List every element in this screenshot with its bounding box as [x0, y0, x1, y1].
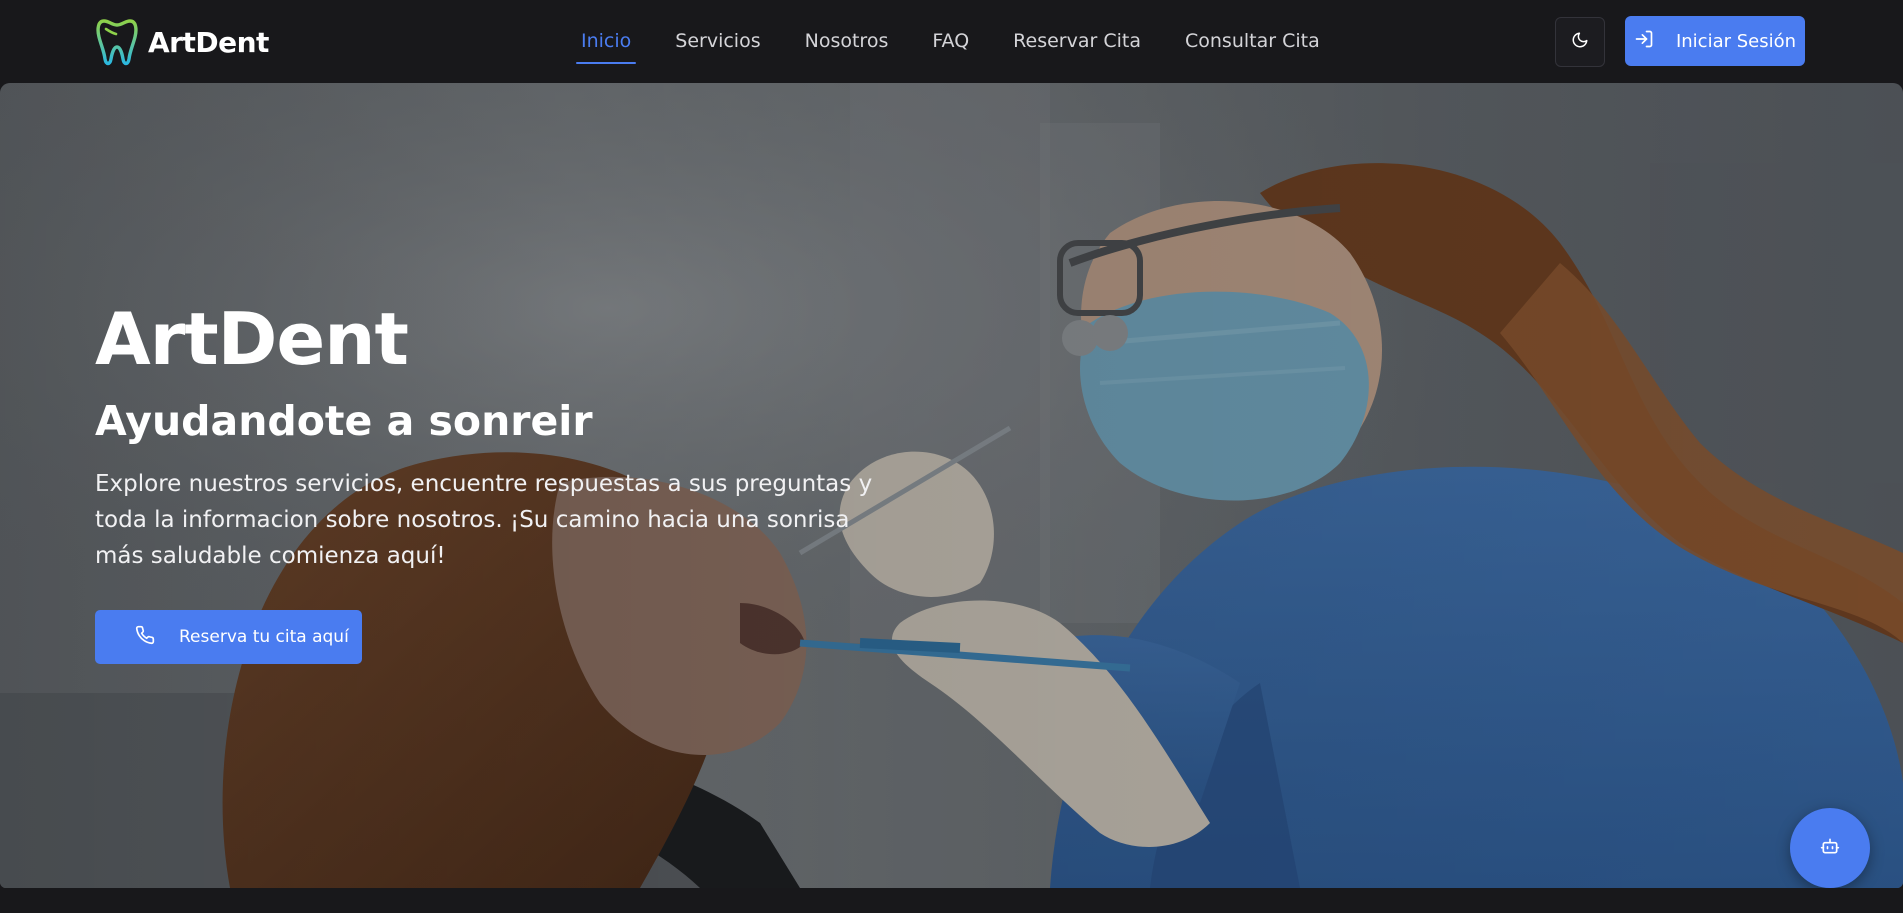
nav-item-nosotros[interactable]: Nosotros: [800, 20, 894, 66]
nav-item-faq[interactable]: FAQ: [927, 20, 974, 66]
theme-toggle-button[interactable]: [1555, 17, 1605, 67]
brand-logo[interactable]: ArtDent: [96, 16, 269, 68]
nav-item-inicio[interactable]: Inicio: [576, 20, 637, 66]
nav-item-servicios[interactable]: Servicios: [670, 20, 765, 66]
book-appointment-label: Reserva tu cita aquí: [179, 627, 349, 648]
login-button-label: Iniciar Sesión: [1675, 30, 1797, 52]
nav-item-consultar-cita[interactable]: Consultar Cita: [1180, 20, 1325, 66]
moon-icon: [1571, 31, 1589, 53]
hero-title: ArtDent: [95, 297, 409, 381]
book-appointment-button[interactable]: Reserva tu cita aquí: [95, 610, 362, 665]
site-header: ArtDent Inicio Servicios Nosotros FAQ Re…: [0, 0, 1903, 83]
main-nav: Inicio Servicios Nosotros FAQ Reservar C…: [576, 20, 1325, 68]
login-icon: [1634, 29, 1654, 54]
login-button[interactable]: Iniciar Sesión: [1625, 16, 1805, 66]
tooth-logo-icon: [96, 17, 138, 67]
hero-content: ArtDent Ayudandote a sonreir Explore nue…: [95, 297, 915, 665]
bot-icon: [1820, 836, 1840, 860]
chatbot-button[interactable]: [1790, 808, 1870, 888]
brand-name: ArtDent: [148, 25, 269, 59]
phone-icon: [135, 625, 155, 650]
hero-subtitle: Ayudandote a sonreir: [95, 397, 593, 445]
page-bottom-strip: [0, 888, 1903, 913]
nav-item-reservar-cita[interactable]: Reservar Cita: [1008, 20, 1146, 66]
hero-description: Explore nuestros servicios, encuentre re…: [95, 471, 873, 570]
hero-section: ArtDent Ayudandote a sonreir Explore nue…: [0, 83, 1903, 888]
